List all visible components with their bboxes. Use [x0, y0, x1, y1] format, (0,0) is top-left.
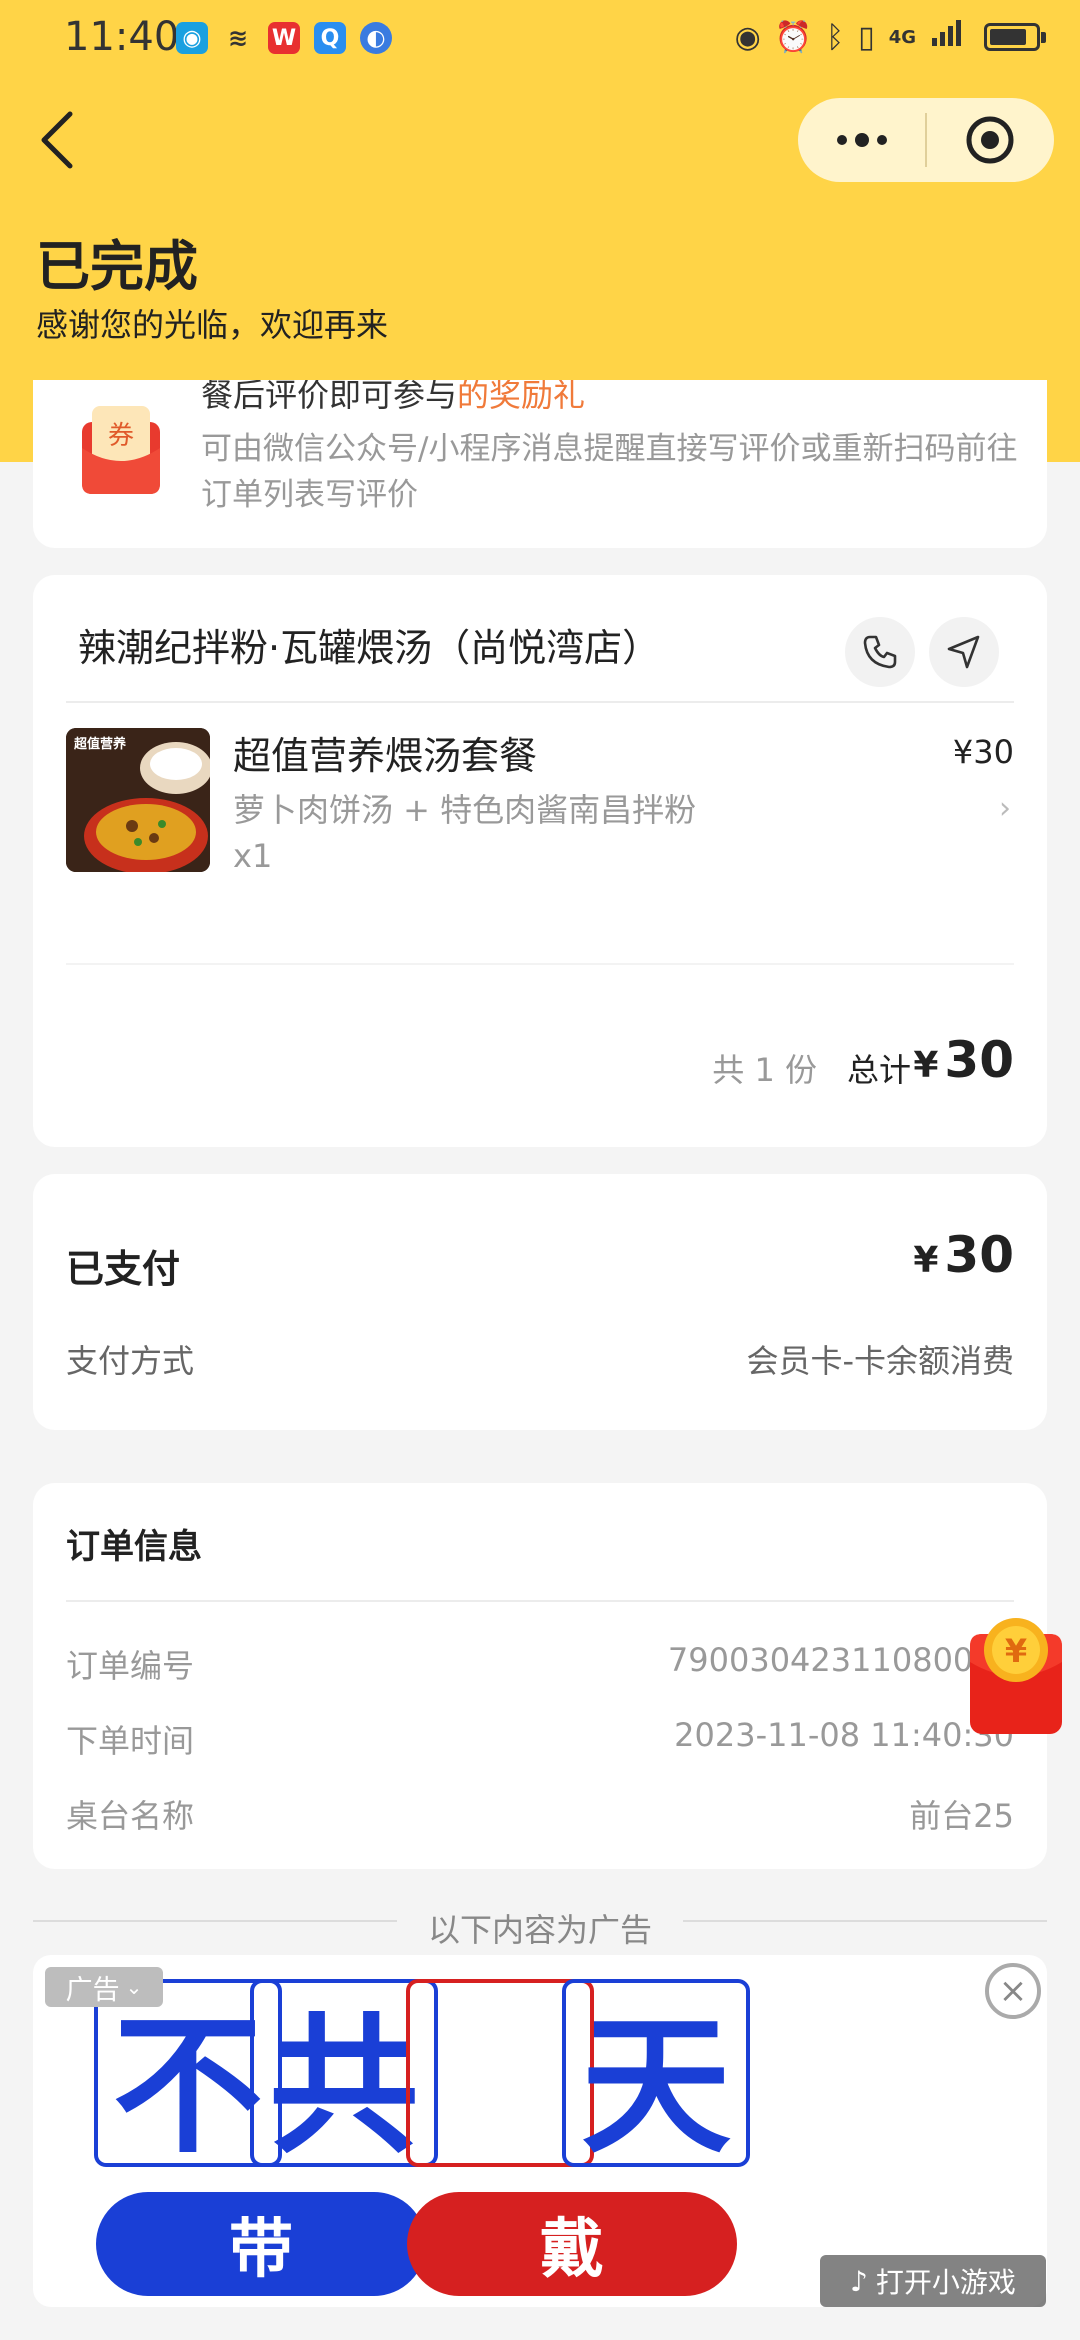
wifi-signal-icon: ≋ [227, 24, 249, 52]
shop-name[interactable]: 辣潮纪拌粉·瓦罐煨汤（尚悦湾店） [78, 617, 660, 672]
vibrate-icon: ▯ [858, 19, 875, 55]
divider-line-right [683, 1920, 1047, 1922]
paid-label: 已支付 [66, 1247, 181, 1291]
music-note-icon: ♪ [850, 2264, 868, 2298]
total-value: 30 [944, 1031, 1014, 1089]
order-number-value[interactable]: 79003042311080050 [668, 1641, 1014, 1679]
red-packet-float-icon[interactable]: ¥ [966, 1612, 1066, 1736]
review-title-cut: 餐后评价即可参与的奖励礼 [201, 380, 585, 416]
back-button[interactable] [36, 100, 96, 180]
payment-method-value: 会员卡-卡余额消费 [746, 1342, 1014, 1380]
divider [66, 963, 1014, 965]
alarm-icon: ⏰ [774, 19, 813, 55]
more-button[interactable] [798, 98, 925, 182]
battery-icon [984, 23, 1046, 51]
order-number-label: 订单编号 [66, 1647, 195, 1685]
more-dots-icon [836, 133, 887, 147]
signal-icon [930, 18, 970, 56]
status-time: 11:40 [64, 14, 180, 60]
status-bar: 11:40 ◉ ≋ W Q ◐ ◉ ⏰ ᛒ ▯ 4G [0, 0, 1080, 76]
order-time-value: 2023-11-08 11:40:30 [674, 1716, 1014, 1754]
order-time-label: 下单时间 [66, 1722, 195, 1760]
chevron-left-icon [41, 111, 73, 169]
close-miniprogram-button[interactable] [927, 98, 1054, 182]
ad-divider: 以下内容为广告 [33, 1905, 1047, 1961]
red-packet-symbol: ¥ [1005, 1632, 1027, 1670]
payment-method-label: 支付方式 [66, 1342, 195, 1380]
ad-tag-label: 广告 [65, 1974, 120, 2006]
ad-answer-button-right[interactable]: 戴 [407, 2192, 737, 2296]
item-count: 共 1 份 [712, 1051, 817, 1089]
currency-symbol: ¥ [913, 1045, 939, 1086]
browser-icon: ◐ [360, 22, 392, 54]
notification-icons: ◉ ≋ W Q ◐ [176, 22, 392, 54]
dish-image[interactable]: 超值营养 [66, 728, 210, 872]
ad-char-box[interactable]: 天 [562, 1979, 750, 2174]
bluetooth-icon: ᛒ [826, 19, 845, 55]
navigation-arrow-icon [947, 635, 980, 669]
order-info-title: 订单信息 [66, 1527, 202, 1567]
search-app-icon: Q [314, 22, 346, 54]
divider [66, 701, 1014, 703]
coupon-label: 券 [108, 421, 134, 451]
order-info-card: 订单信息 订单编号 79003042311080050 下单时间 2023-11… [33, 1483, 1047, 1869]
system-icons: ◉ ⏰ ᛒ ▯ 4G [734, 18, 1046, 56]
item-quantity: x1 [233, 837, 273, 875]
phone-icon [863, 635, 897, 669]
coupon-envelope-icon: 券 [82, 406, 160, 494]
wps-icon: W [268, 22, 300, 54]
payment-card: 已支付 ¥30 支付方式 会员卡-卡余额消费 [33, 1174, 1047, 1430]
review-instructions: 可由微信公众号/小程序消息提醒直接写评价或重新扫码前往订单列表写评价 [201, 431, 1018, 513]
close-ad-button[interactable]: × [985, 1963, 1041, 2019]
item-name[interactable]: 超值营养煨汤套餐 [233, 725, 537, 780]
divider [66, 1600, 1014, 1602]
review-title-highlight: 的奖励礼 [457, 380, 586, 414]
ad-answer-button-left[interactable]: 带 [96, 2192, 426, 2296]
navigate-button[interactable] [929, 617, 999, 687]
network-label: 4G [888, 26, 916, 48]
item-price: ¥30 [952, 733, 1014, 771]
chevron-down-icon: ⌄ [125, 1975, 143, 1999]
item-description: 萝卜肉饼汤 + 特色肉酱南昌拌粉 [233, 791, 697, 829]
order-items-card: 辣潮纪拌粉·瓦罐煨汤（尚悦湾店） 超值营养 超值营养煨汤套餐 萝卜肉饼汤 + 特… [33, 575, 1047, 1147]
target-icon [966, 116, 1014, 164]
open-mini-game-label: 打开小游戏 [875, 2266, 1016, 2299]
ad-divider-text: 以下内容为广告 [427, 1911, 652, 1949]
table-name-value: 前台25 [909, 1797, 1014, 1835]
total-amount: ¥30 [913, 1031, 1014, 1089]
eye-icon: ◉ [734, 19, 761, 55]
currency-symbol: ¥ [913, 1240, 939, 1281]
review-card[interactable]: 餐后评价即可参与的奖励礼 券 可由微信公众号/小程序消息提醒直接写评价或重新扫码… [33, 380, 1047, 548]
miniprogram-capsule [798, 98, 1054, 182]
paid-amount: ¥30 [913, 1226, 1014, 1284]
close-icon: × [998, 1971, 1028, 2011]
chevron-right-icon[interactable]: › [999, 791, 1011, 826]
order-status-title: 已完成 [36, 235, 198, 298]
app-icon-teal: ◉ [176, 22, 208, 54]
paid-value: 30 [944, 1226, 1014, 1284]
open-mini-game-button[interactable]: ♪ 打开小游戏 [820, 2255, 1046, 2307]
order-status-subtitle: 感谢您的光临，欢迎再来 [36, 306, 389, 344]
review-title-text: 餐后评价即可参与 [201, 380, 458, 414]
ad-tag[interactable]: 广告 ⌄ [45, 1967, 163, 2007]
table-name-label: 桌台名称 [66, 1797, 195, 1835]
dish-image-caption: 超值营养 [74, 736, 127, 752]
call-button[interactable] [845, 617, 915, 687]
total-label: 总计 [846, 1051, 911, 1089]
